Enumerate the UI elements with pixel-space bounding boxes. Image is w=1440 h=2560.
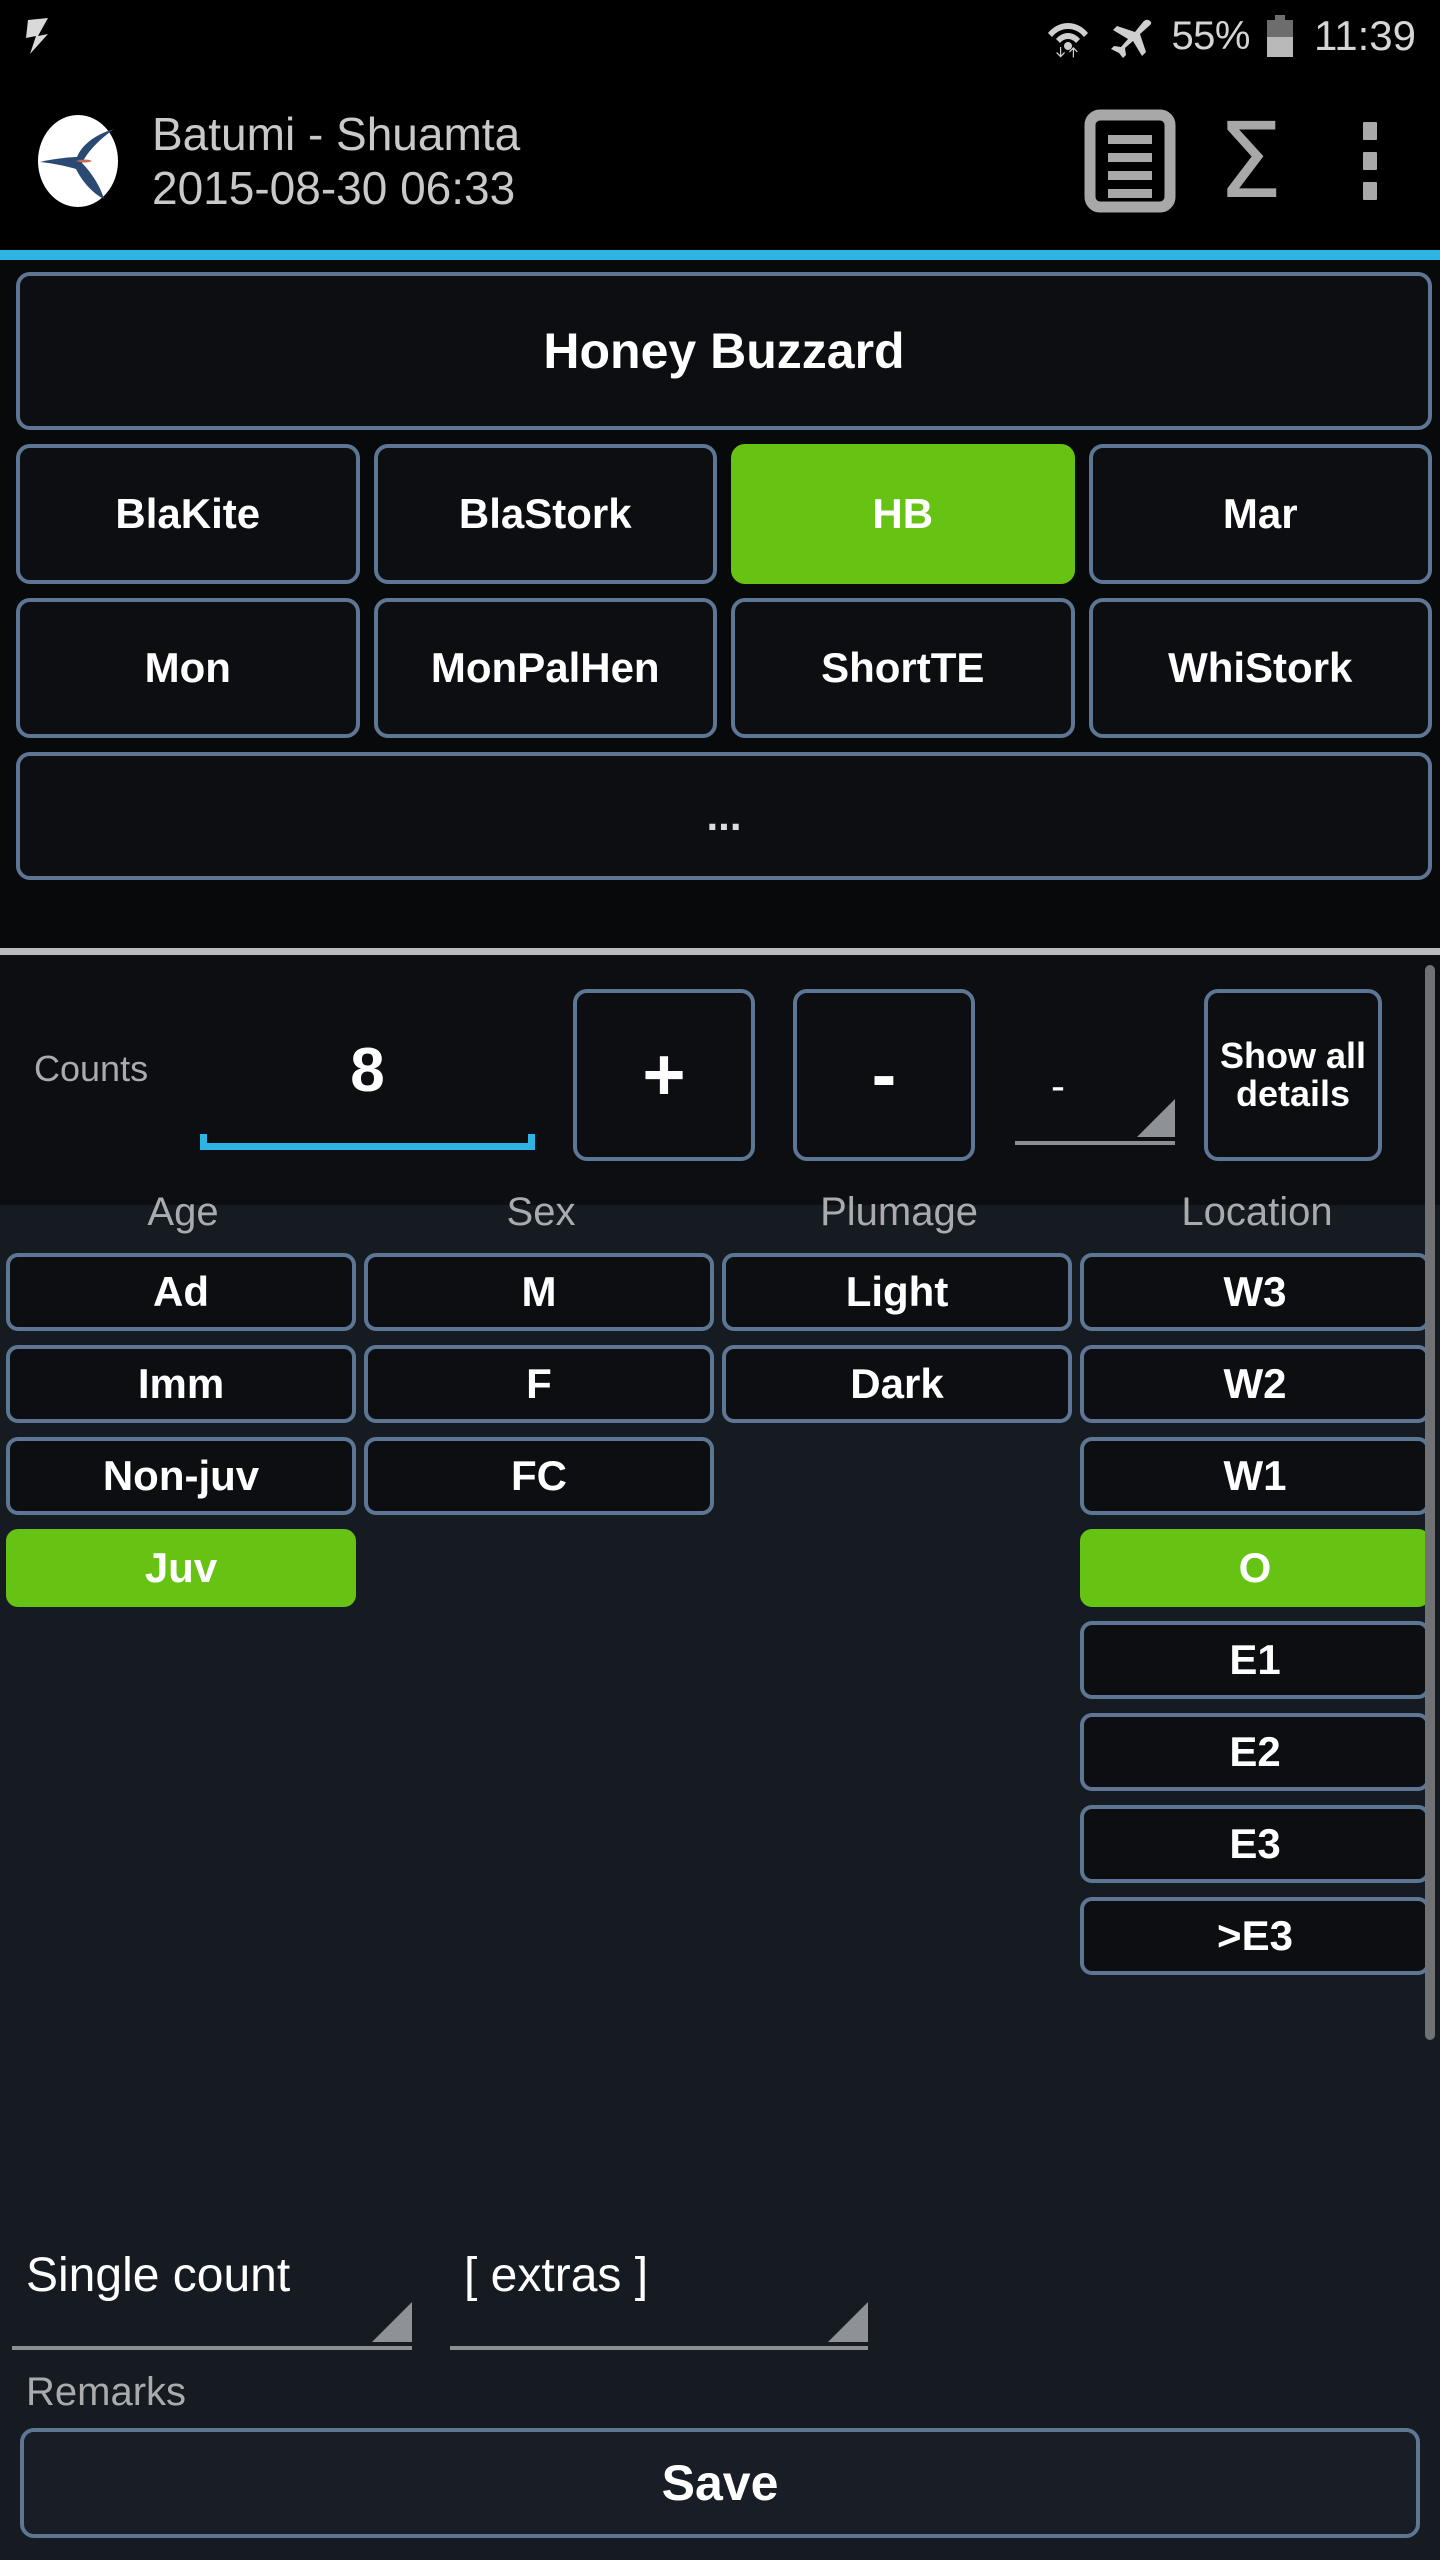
count-step-value: - <box>1051 1062 1065 1109</box>
show-all-details-line1: Show all <box>1219 1035 1367 1077</box>
column-header-sex: Sex <box>506 1190 576 1234</box>
battery-percent-label: 55% <box>1171 13 1250 58</box>
count-input[interactable]: 8 <box>195 1020 540 1120</box>
plumage-option-dark[interactable]: Dark <box>722 1345 1072 1423</box>
details-scrollbar[interactable] <box>1425 965 1435 2040</box>
sex-option-fc[interactable]: FC <box>364 1437 714 1515</box>
raptor-logo-icon <box>30 113 126 209</box>
attribute-column-sex: M F FC <box>364 1253 714 1515</box>
location-option-w1[interactable]: W1 <box>1080 1437 1430 1515</box>
age-option-non-juv[interactable]: Non-juv <box>6 1437 356 1515</box>
species-shortcut-whistork[interactable]: WhiStork <box>1088 598 1432 738</box>
session-datetime: 2015-08-30 06:33 <box>152 162 516 214</box>
attribute-column-age: Ad Imm Non-juv Juv <box>6 1253 356 1607</box>
clock-label: 11:39 <box>1314 12 1416 59</box>
site-title: Batumi - Shuamta <box>152 108 521 160</box>
location-option-o[interactable]: O <box>1080 1529 1430 1607</box>
list-icon[interactable] <box>1070 96 1190 226</box>
app-notification-icon <box>22 16 66 56</box>
count-step-spinner[interactable]: - <box>1015 1020 1175 1145</box>
count-type-value: Single count <box>26 2249 291 2302</box>
sex-option-m[interactable]: M <box>364 1253 714 1331</box>
column-header-plumage: Plumage <box>820 1190 978 1234</box>
count-label: Counts <box>34 1046 148 1092</box>
current-species-button[interactable]: Honey Buzzard <box>16 272 1432 430</box>
species-shortcut-blastork[interactable]: BlaStork <box>373 444 717 584</box>
column-header-age: Age <box>147 1190 219 1234</box>
airplane-mode-icon <box>1108 13 1154 59</box>
decrement-button[interactable]: - <box>793 989 975 1161</box>
location-option-w2[interactable]: W2 <box>1080 1345 1430 1423</box>
show-all-details-button[interactable]: Show all details <box>1204 989 1382 1161</box>
save-button[interactable]: Save <box>20 2428 1420 2538</box>
species-shortcut-blakite[interactable]: BlaKite <box>16 444 360 584</box>
count-input-underline <box>200 1134 535 1150</box>
spinner-triangle-icon <box>1137 1099 1175 1137</box>
location-option-e1[interactable]: E1 <box>1080 1621 1430 1699</box>
location-option-gt-e3[interactable]: >E3 <box>1080 1897 1430 1975</box>
accent-divider <box>0 250 1440 260</box>
attribute-column-headers: Age Sex Plumage Location <box>0 1190 1440 1250</box>
species-shortcut-row-1: BlaKite BlaStork HB Mar <box>16 444 1432 584</box>
attribute-column-location: W3 W2 W1 O E1 E2 E3 >E3 <box>1080 1253 1430 1975</box>
species-shortcut-monpalhen[interactable]: MonPalHen <box>373 598 717 738</box>
app-root: 55% 11:39 Batumi - Shuamta 2015-08-30 06… <box>0 0 1440 2560</box>
age-option-imm[interactable]: Imm <box>6 1345 356 1423</box>
species-shortcut-mar[interactable]: Mar <box>1088 444 1432 584</box>
species-shortcut-shortte[interactable]: ShortTE <box>731 598 1075 738</box>
title-bar-actions: Σ <box>1070 96 1440 226</box>
overflow-menu-icon[interactable] <box>1310 96 1430 226</box>
status-bar: 55% 11:39 <box>0 0 1440 72</box>
extras-value: [ extras ] <box>464 2249 649 2302</box>
column-header-location: Location <box>1181 1190 1333 1234</box>
increment-button[interactable]: + <box>573 989 755 1161</box>
remarks-label: Remarks <box>26 2370 187 2414</box>
sex-option-f[interactable]: F <box>364 1345 714 1423</box>
section-divider <box>0 948 1440 955</box>
species-more-button[interactable]: ... <box>16 752 1432 880</box>
title-bar: Batumi - Shuamta 2015-08-30 06:33 Σ <box>0 72 1440 250</box>
spinner-triangle-icon <box>372 2302 412 2342</box>
count-label-text: Counts <box>34 1048 149 1089</box>
sigma-sum-icon[interactable]: Σ <box>1190 96 1310 226</box>
location-option-e3[interactable]: E3 <box>1080 1805 1430 1883</box>
location-option-w3[interactable]: W3 <box>1080 1253 1430 1331</box>
status-bar-left <box>0 16 66 56</box>
species-shortcut-row-2: Mon MonPalHen ShortTE WhiStork <box>16 598 1432 738</box>
plumage-option-light[interactable]: Light <box>722 1253 1072 1331</box>
battery-icon <box>1267 15 1293 57</box>
title-text-block: Batumi - Shuamta 2015-08-30 06:33 <box>152 107 520 215</box>
attribute-column-plumage: Light Dark <box>722 1253 1072 1423</box>
show-all-details-line2: details <box>1235 1073 1351 1114</box>
status-bar-right: 55% 11:39 <box>1045 12 1440 60</box>
spinner-triangle-icon <box>828 2302 868 2342</box>
species-shortcut-mon[interactable]: Mon <box>16 598 360 738</box>
extras-spinner[interactable]: [ extras ] <box>450 2240 868 2350</box>
location-option-e2[interactable]: E2 <box>1080 1713 1430 1791</box>
age-option-juv[interactable]: Juv <box>6 1529 356 1607</box>
age-option-ad[interactable]: Ad <box>6 1253 356 1331</box>
species-shortcut-hb[interactable]: HB <box>731 444 1075 584</box>
species-pane: Honey Buzzard BlaKite BlaStork HB Mar Mo… <box>0 260 1440 948</box>
wifi-icon <box>1045 13 1091 59</box>
count-type-spinner[interactable]: Single count <box>12 2240 412 2350</box>
